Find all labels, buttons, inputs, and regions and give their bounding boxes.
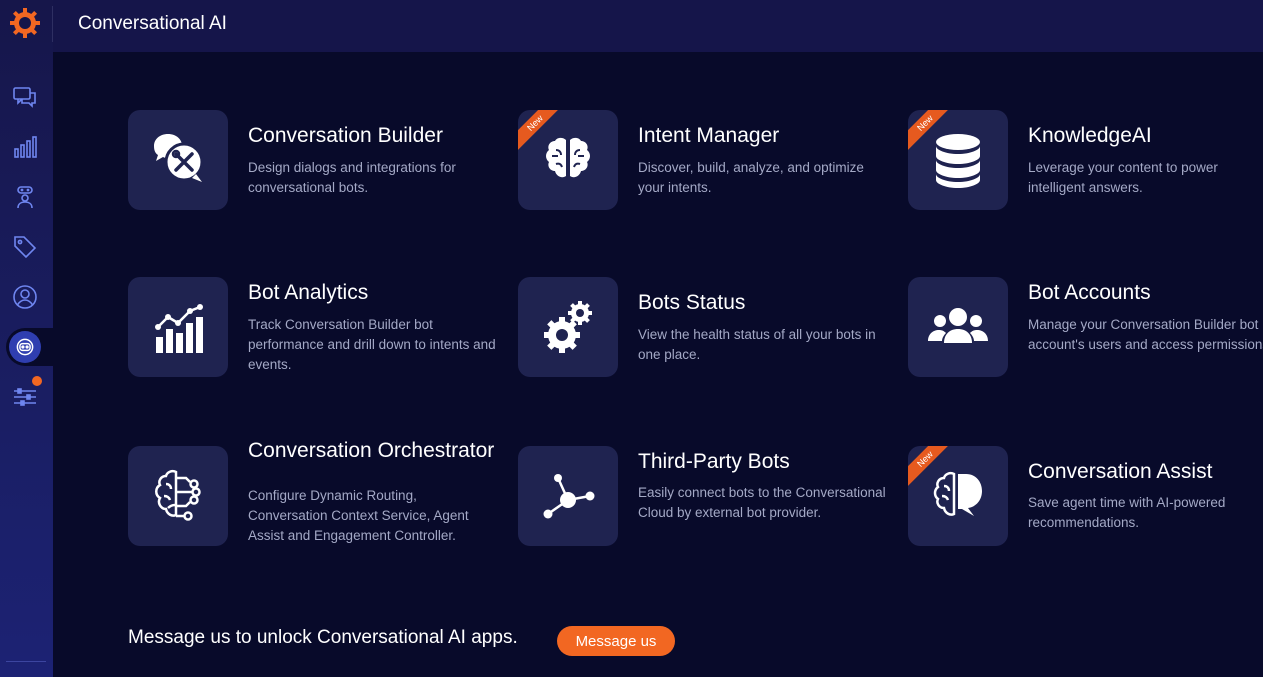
sidebar-item-tags[interactable] [6, 228, 44, 266]
chat-tools-icon [154, 134, 204, 182]
app-tile[interactable]: New [518, 110, 618, 210]
app-description: Manage your Conversation Builder bot acc… [1028, 317, 1263, 352]
notification-badge [30, 374, 44, 388]
top-bar: Conversational AI [53, 0, 1263, 52]
logo-icon[interactable] [9, 7, 41, 39]
app-tile[interactable] [128, 110, 228, 210]
gears-icon [544, 301, 592, 353]
app-description: Easily connect bots to the Conversationa… [638, 485, 886, 520]
app-name[interactable]: Conversation Orchestrator [248, 438, 498, 464]
tag-icon [14, 236, 37, 259]
network-nodes-icon [543, 474, 595, 519]
page-title: Conversational AI [78, 13, 227, 34]
app-card-bot-accounts[interactable]: Bot Accounts Manage your Conversation Bu… [908, 277, 1263, 437]
app-name[interactable]: Third-Party Bots [638, 449, 888, 475]
app-description: Leverage your content to power intellige… [1028, 160, 1218, 195]
analytics-chart-icon [155, 304, 203, 353]
app-tile[interactable] [518, 277, 618, 377]
users-group-icon [928, 308, 988, 343]
app-name[interactable]: Bot Analytics [248, 280, 498, 306]
chat-bubbles-icon [13, 87, 36, 108]
app-name[interactable]: Intent Manager [638, 123, 888, 149]
app-description: View the health status of all your bots … [638, 327, 876, 362]
sliders-icon [14, 388, 36, 406]
app-tile[interactable] [908, 277, 1008, 377]
agent-icon [17, 186, 33, 209]
brain-icon [546, 137, 590, 178]
app-description: Design dialogs and integrations for conv… [248, 160, 456, 195]
app-description: Configure Dynamic Routing, Conversation … [248, 488, 469, 543]
sidebar-item-conversations[interactable] [6, 78, 44, 116]
app-tile[interactable] [128, 446, 228, 546]
sidebar-bottom-divider [6, 661, 46, 662]
bar-chart-icon [14, 136, 37, 158]
sidebar-item-profile[interactable] [6, 278, 44, 316]
app-description: Save agent time with AI-powered recommen… [1028, 495, 1226, 530]
app-card-knowledgeai[interactable]: New KnowledgeAI Leverage your content to… [908, 110, 1263, 270]
app-name[interactable]: Conversation Builder [248, 123, 498, 149]
sidebar-item-conversational-ai[interactable] [6, 328, 53, 366]
app-card-intent-manager[interactable]: New Intent Manager Discover, build, anal… [518, 110, 898, 270]
app-description: Discover, build, analyze, and optimize y… [638, 160, 864, 195]
unlock-message: Message us to unlock Conversational AI a… [128, 627, 518, 648]
app-name[interactable]: Conversation Assist [1028, 459, 1263, 485]
app-card-bots-status[interactable]: Bots Status View the health status of al… [518, 277, 898, 437]
app-tile[interactable]: New [908, 446, 1008, 546]
bot-icon [16, 338, 34, 356]
database-icon [936, 134, 980, 188]
app-card-conversation-builder[interactable]: Conversation Builder Design dialogs and … [128, 110, 508, 270]
app-description: Track Conversation Builder bot performan… [248, 317, 496, 372]
app-card-conversation-orchestrator[interactable]: Conversation Orchestrator Configure Dyna… [128, 439, 508, 646]
app-card-conversation-assist[interactable]: New Conversation Assist Save agent time … [908, 446, 1263, 606]
app-tile[interactable]: New [908, 110, 1008, 210]
app-name[interactable]: Bot Accounts [1028, 280, 1263, 306]
message-us-button[interactable]: Message us [557, 626, 675, 656]
app-tile[interactable] [128, 277, 228, 377]
app-card-third-party-bots[interactable]: Third-Party Bots Easily connect bots to … [518, 446, 898, 606]
sidebar [0, 0, 53, 677]
sidebar-item-agents[interactable] [6, 178, 44, 216]
app-tile[interactable] [518, 446, 618, 546]
brain-chat-icon [933, 471, 982, 516]
app-name[interactable]: Bots Status [638, 290, 888, 316]
app-card-bot-analytics[interactable]: Bot Analytics Track Conversation Builder… [128, 277, 508, 437]
app-name[interactable]: KnowledgeAI [1028, 123, 1263, 149]
brain-circuit-icon [155, 469, 201, 521]
active-indicator [9, 331, 41, 363]
user-circle-icon [13, 285, 37, 309]
sidebar-item-analytics[interactable] [6, 128, 44, 166]
